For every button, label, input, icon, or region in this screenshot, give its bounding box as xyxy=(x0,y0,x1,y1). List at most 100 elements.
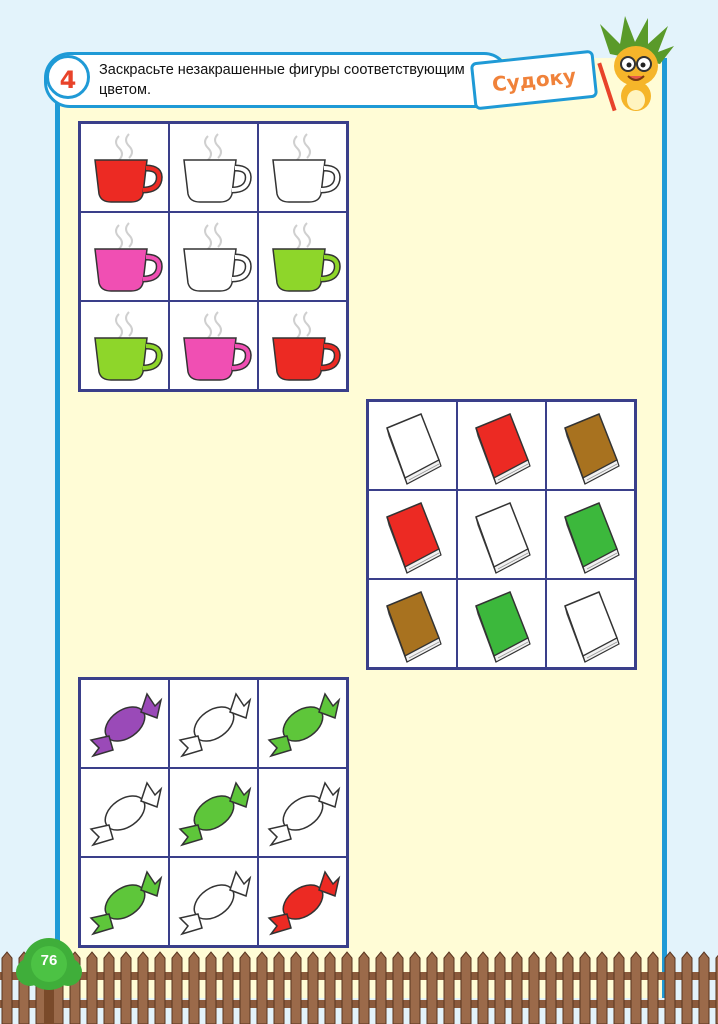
cups-grid xyxy=(78,121,349,392)
cup-cell xyxy=(80,301,169,390)
candy-cell xyxy=(258,679,347,768)
fence-picket xyxy=(341,951,353,1024)
book-icon xyxy=(563,590,620,663)
fence-picket xyxy=(562,951,574,1024)
book-icon xyxy=(563,412,620,485)
cup-icon xyxy=(271,132,341,203)
cup-icon xyxy=(182,132,252,203)
fence-picket xyxy=(273,951,285,1024)
candy-cell xyxy=(80,768,169,857)
candy-icon xyxy=(267,869,340,935)
book-cell xyxy=(368,490,457,579)
fence-picket xyxy=(545,951,557,1024)
fence-picket xyxy=(528,951,540,1024)
fence-picket xyxy=(120,951,132,1024)
page-number: 76 xyxy=(40,952,58,969)
cup-icon xyxy=(182,310,252,381)
cup-icon xyxy=(93,221,163,292)
book-cell xyxy=(457,401,546,490)
book-icon xyxy=(474,590,531,663)
cup-icon xyxy=(182,221,252,292)
fence-picket xyxy=(511,951,523,1024)
cup-icon xyxy=(93,310,163,381)
fence-picket xyxy=(630,951,642,1024)
candy-icon xyxy=(89,780,162,846)
cup-icon xyxy=(271,310,341,381)
candy-cell xyxy=(258,768,347,857)
fence-picket xyxy=(596,951,608,1024)
fence-picket xyxy=(222,951,234,1024)
book-cell xyxy=(457,579,546,668)
candy-icon xyxy=(267,691,340,757)
fence-picket xyxy=(290,951,302,1024)
fence-picket xyxy=(613,951,625,1024)
candy-icon xyxy=(89,869,162,935)
book-cell xyxy=(368,401,457,490)
cup-cell xyxy=(169,212,258,301)
books-grid xyxy=(366,399,637,670)
fence-picket xyxy=(494,951,506,1024)
candy-cell xyxy=(80,679,169,768)
candy-icon xyxy=(178,869,251,935)
cup-icon xyxy=(271,221,341,292)
book-cell xyxy=(546,490,635,579)
candy-icon xyxy=(89,691,162,757)
fence-picket xyxy=(324,951,336,1024)
fence-picket xyxy=(103,951,115,1024)
candy-cell xyxy=(258,857,347,946)
book-cell xyxy=(546,401,635,490)
candy-cell xyxy=(169,679,258,768)
cup-cell xyxy=(169,123,258,212)
fence-picket xyxy=(188,951,200,1024)
cup-cell xyxy=(80,212,169,301)
cup-cell xyxy=(258,212,347,301)
candies-grid xyxy=(78,677,349,948)
fence-picket xyxy=(443,951,455,1024)
hedgehog-mascot-icon xyxy=(597,16,674,112)
fence-picket xyxy=(154,951,166,1024)
fence-picket xyxy=(664,951,676,1024)
fence-picket xyxy=(681,951,693,1024)
fence-picket xyxy=(205,951,217,1024)
fence-picket xyxy=(698,951,710,1024)
book-icon xyxy=(385,590,442,663)
candy-icon xyxy=(178,691,251,757)
fence-picket xyxy=(579,951,591,1024)
fence-picket xyxy=(460,951,472,1024)
cup-cell xyxy=(169,301,258,390)
fence-picket xyxy=(477,951,489,1024)
book-cell xyxy=(457,490,546,579)
fence-picket xyxy=(409,951,421,1024)
fence-picket xyxy=(392,951,404,1024)
cup-cell xyxy=(80,123,169,212)
candy-icon xyxy=(178,780,251,846)
candy-cell xyxy=(169,857,258,946)
cup-cell xyxy=(258,301,347,390)
task-number: 4 xyxy=(46,55,90,99)
task-instruction: Заскрасьте незакрашенные фигуры соответс… xyxy=(99,62,465,98)
cup-cell xyxy=(258,123,347,212)
fence-picket xyxy=(239,951,251,1024)
fence-picket xyxy=(256,951,268,1024)
fence-picket xyxy=(647,951,659,1024)
fence-picket xyxy=(307,951,319,1024)
fence-decoration xyxy=(0,951,718,1024)
fence-picket xyxy=(358,951,370,1024)
cup-icon xyxy=(93,132,163,203)
book-cell xyxy=(546,579,635,668)
book-cell xyxy=(368,579,457,668)
fence-picket xyxy=(137,951,149,1024)
tree-page-badge-icon xyxy=(16,938,82,1024)
fence-picket xyxy=(426,951,438,1024)
book-icon xyxy=(563,501,620,574)
fence-picket xyxy=(86,951,98,1024)
book-icon xyxy=(474,501,531,574)
candy-cell xyxy=(169,768,258,857)
fence-picket xyxy=(375,951,387,1024)
fence-picket xyxy=(1,951,13,1024)
book-icon xyxy=(385,501,442,574)
candy-cell xyxy=(80,857,169,946)
book-icon xyxy=(474,412,531,485)
fence-picket xyxy=(171,951,183,1024)
book-icon xyxy=(385,412,442,485)
